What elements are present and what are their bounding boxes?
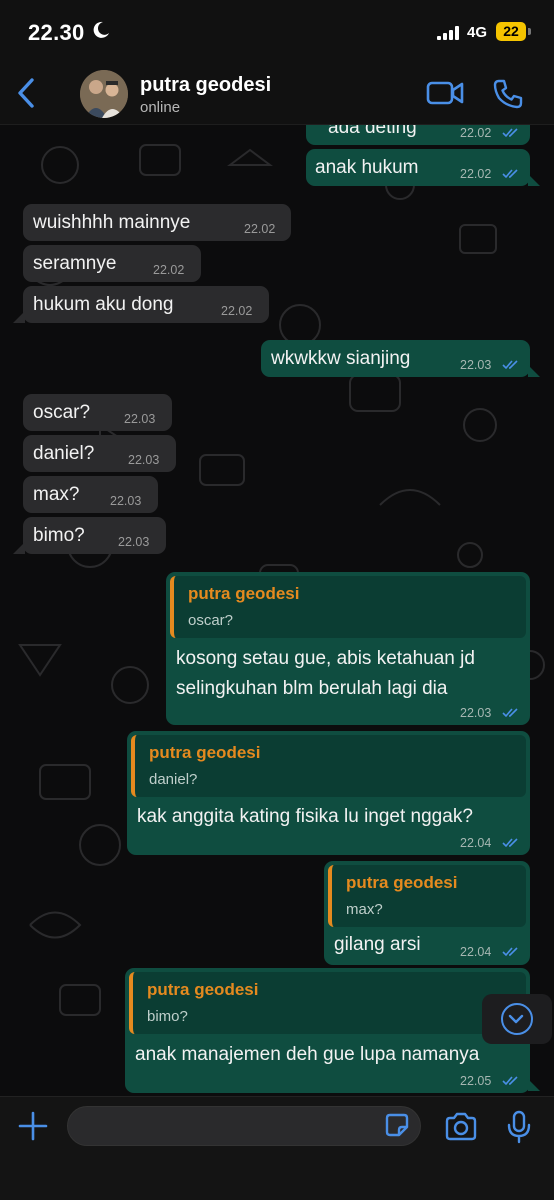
reply-quote[interactable]: putra geodesi oscar? <box>170 576 526 638</box>
message-time: 22.02 <box>460 126 492 140</box>
message-time: 22.03 <box>128 453 160 467</box>
avatar[interactable] <box>80 70 128 118</box>
message-time: 22.02 <box>221 304 253 318</box>
message-text: bimo? <box>33 525 85 546</box>
phone-icon[interactable] <box>492 78 524 110</box>
message-text: oscar? <box>33 402 91 423</box>
message-text: kak anggita kating fisika lu inget nggak… <box>137 806 473 827</box>
video-call-icon[interactable] <box>426 79 464 107</box>
message-bubble[interactable]: putra geodesi bimo? anak manajemen deh g… <box>125 968 530 1093</box>
message-bubble[interactable]: putra geodesi oscar? kosong setau gue, a… <box>166 572 530 725</box>
mic-icon[interactable] <box>506 1110 532 1144</box>
reply-text: oscar? <box>188 612 234 629</box>
message-line: kosong setau gue, abis ketahuan jd <box>176 648 475 669</box>
read-receipt-icon <box>502 1076 518 1086</box>
message-bubble[interactable]: putra geodesi max? gilang arsi 22.04 <box>324 861 530 965</box>
chat-area[interactable]: ada deting 22.02 anak hukum 22.02 wuishh… <box>0 125 554 1096</box>
moon-icon <box>93 21 109 38</box>
message-composer <box>0 1096 554 1200</box>
message-bubble[interactable]: wkwkkw sianjing 22.03 <box>261 340 530 377</box>
reply-quote[interactable]: putra geodesi daniel? <box>131 735 526 797</box>
message-time: 22.02 <box>153 263 185 277</box>
message-text: wuishhhh mainnye <box>33 212 191 233</box>
read-receipt-icon <box>502 169 518 179</box>
message-time: 22.04 <box>460 945 492 959</box>
message-text: daniel? <box>33 443 95 464</box>
message-time: 22.04 <box>460 836 492 850</box>
reply-author: putra geodesi <box>346 873 458 892</box>
message-bubble[interactable]: max? 22.03 <box>23 476 158 513</box>
battery-icon: 22 <box>496 22 526 41</box>
read-receipt-icon <box>502 708 518 718</box>
contact-name[interactable]: putra geodesi <box>140 74 271 97</box>
message-text: anak manajemen deh gue lupa namanya <box>135 1044 480 1065</box>
bubble-tail <box>13 311 25 323</box>
message-text: seramnye <box>33 253 117 274</box>
chevron-down-icon <box>508 1014 524 1024</box>
message-bubble[interactable]: anak hukum 22.02 <box>306 149 530 186</box>
reply-quote[interactable]: putra geodesi max? <box>328 865 526 927</box>
message-text: gilang arsi <box>334 934 421 955</box>
bubble-tail <box>528 1079 540 1091</box>
bubble-tail <box>528 365 540 377</box>
camera-icon[interactable] <box>444 1112 478 1142</box>
reply-text: max? <box>346 901 383 918</box>
message-bubble[interactable]: wuishhhh mainnye 22.02 <box>23 204 291 241</box>
message-bubble[interactable]: seramnye 22.02 <box>23 245 201 282</box>
battery-tip <box>528 28 531 35</box>
read-receipt-icon <box>502 128 518 138</box>
message-text: anak hukum <box>315 157 419 178</box>
message-bubble[interactable]: ada deting 22.02 <box>306 125 530 145</box>
reply-author: putra geodesi <box>147 980 259 999</box>
message-time: 22.05 <box>460 1074 492 1088</box>
message-bubble[interactable]: hukum aku dong 22.02 <box>23 286 269 323</box>
message-bubble[interactable]: oscar? 22.03 <box>23 394 172 431</box>
reply-text: daniel? <box>149 771 198 788</box>
message-input[interactable] <box>67 1106 421 1146</box>
read-receipt-icon <box>502 360 518 370</box>
status-bar: 22.30 4G 22 <box>0 0 554 62</box>
chat-header: putra geodesi online <box>0 62 554 125</box>
message-time: 22.03 <box>460 358 492 372</box>
bubble-tail <box>13 542 25 554</box>
message-text: ada deting <box>328 125 417 138</box>
sticker-icon[interactable] <box>384 1112 410 1138</box>
message-time: 22.02 <box>244 222 276 236</box>
message-time: 22.03 <box>110 494 142 508</box>
message-text: kosong setau gue, abis ketahuan jd selin… <box>176 644 475 704</box>
reply-author: putra geodesi <box>188 584 300 603</box>
bubble-tail <box>528 174 540 186</box>
message-time: 22.03 <box>124 412 156 426</box>
read-receipt-icon <box>502 947 518 957</box>
message-text: wkwkkw sianjing <box>271 348 411 369</box>
contact-status: online <box>140 99 181 116</box>
message-time: 22.03 <box>460 706 492 720</box>
scroll-to-bottom-button[interactable] <box>482 994 552 1044</box>
message-time: 22.02 <box>460 167 492 181</box>
status-time: 22.30 <box>28 20 85 45</box>
back-chevron-icon[interactable] <box>14 77 40 109</box>
reply-quote[interactable]: putra geodesi bimo? <box>129 972 526 1034</box>
network-type: 4G <box>467 24 488 41</box>
message-bubble[interactable]: putra geodesi daniel? kak anggita kating… <box>127 731 530 855</box>
message-bubble[interactable]: daniel? 22.03 <box>23 435 176 472</box>
reply-text: bimo? <box>147 1008 188 1025</box>
message-time: 22.03 <box>118 535 150 549</box>
reply-author: putra geodesi <box>149 743 261 762</box>
message-bubble[interactable]: bimo? 22.03 <box>23 517 166 554</box>
message-line: selingkuhan blm berulah lagi dia <box>176 678 448 699</box>
message-text: hukum aku dong <box>33 294 174 315</box>
plus-icon[interactable] <box>18 1111 48 1141</box>
message-text: max? <box>33 484 80 505</box>
signal-icon <box>437 26 459 40</box>
read-receipt-icon <box>502 838 518 848</box>
